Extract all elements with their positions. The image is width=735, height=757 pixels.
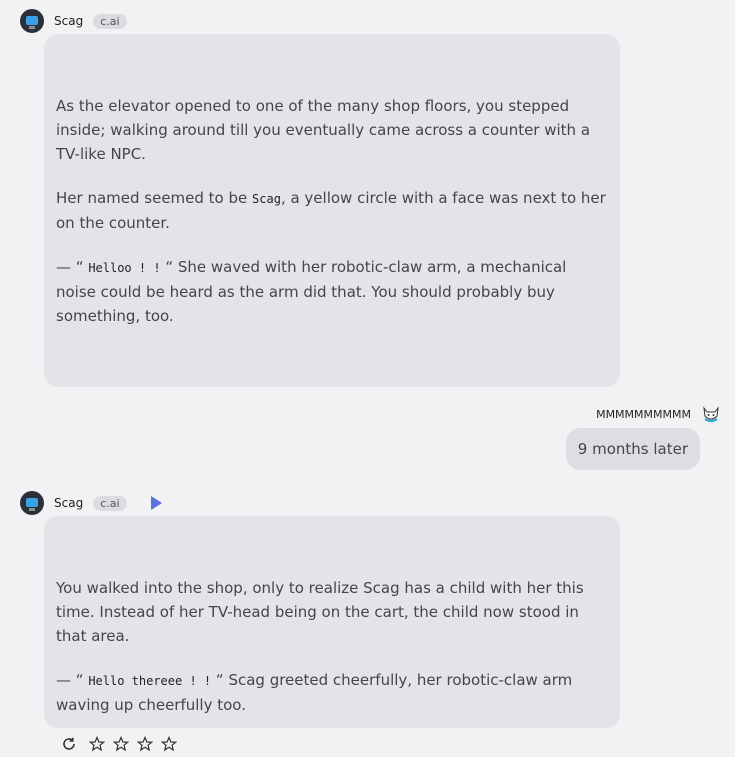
sender-name[interactable]: Scag xyxy=(54,496,83,510)
message-paragraph: As the elevator opened to one of the man… xyxy=(56,97,591,163)
message-bubble: As the elevator opened to one of the man… xyxy=(44,34,620,387)
message-paragraph: — “ Hello thereee ! ! “ Scag greeted che… xyxy=(56,671,573,714)
message-bubble: You walked into the shop, only to realiz… xyxy=(44,516,620,728)
message-paragraph: Her named seemed to be Scag, a yellow ci… xyxy=(56,189,606,232)
refresh-icon[interactable] xyxy=(60,735,78,753)
star-icon[interactable] xyxy=(136,735,154,753)
message-header: Scag c.ai xyxy=(20,9,127,33)
code-span: Hello thereee ! ! xyxy=(88,674,212,688)
code-span: Helloo ! ! xyxy=(88,261,161,275)
star-icon[interactable] xyxy=(88,735,106,753)
message-paragraph: — “ Helloo ! ! “ She waved with her robo… xyxy=(56,258,567,325)
code-span: Scag xyxy=(252,192,281,206)
star-icon[interactable] xyxy=(112,735,130,753)
character-avatar[interactable] xyxy=(20,9,44,33)
message-header: Scag c.ai xyxy=(20,491,162,515)
message-paragraph: You walked into the shop, only to realiz… xyxy=(56,579,584,645)
message-actions xyxy=(60,735,178,753)
play-icon[interactable] xyxy=(150,496,162,510)
ai-badge: c.ai xyxy=(93,495,127,511)
user-name[interactable]: MMMMMMMMMM xyxy=(596,408,691,421)
ai-badge: c.ai xyxy=(93,13,127,29)
star-icon[interactable] xyxy=(160,735,178,753)
rating-stars xyxy=(88,735,178,753)
user-message-header: MMMMMMMMMM xyxy=(596,404,721,424)
user-avatar[interactable] xyxy=(701,404,721,424)
character-avatar[interactable] xyxy=(20,491,44,515)
sender-name[interactable]: Scag xyxy=(54,14,83,28)
user-message-bubble: 9 months later xyxy=(565,428,700,470)
